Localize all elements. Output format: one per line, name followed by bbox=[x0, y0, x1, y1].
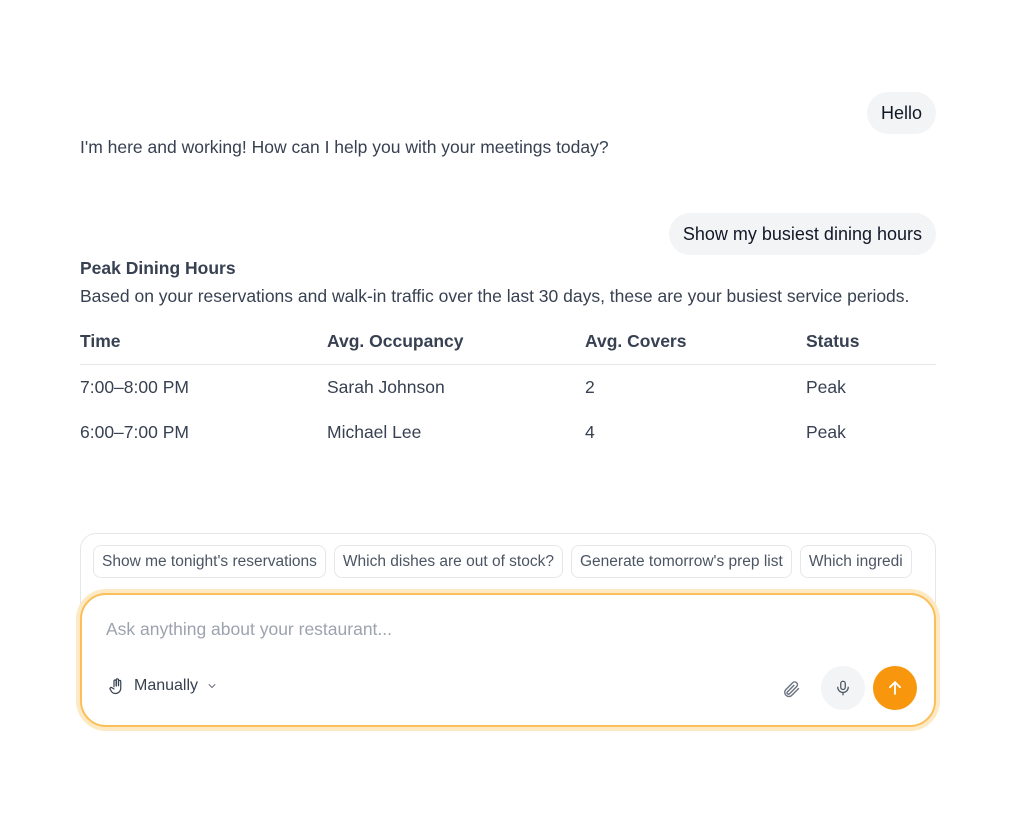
answer-title: Peak Dining Hours bbox=[80, 258, 236, 278]
cell-time: 7:00–8:00 PM bbox=[80, 377, 189, 397]
message-input[interactable] bbox=[106, 619, 906, 640]
hand-icon bbox=[109, 678, 122, 695]
cell-status: Peak bbox=[806, 422, 846, 442]
mode-selector[interactable]: Manually bbox=[108, 677, 218, 695]
column-header-status: Status bbox=[806, 331, 860, 351]
cell-covers: 2 bbox=[585, 377, 595, 397]
suggestion-chip[interactable]: Generate tomorrow's prep list bbox=[570, 545, 792, 578]
table-row: 7:00–8:00 PM Sarah Johnson 2 Peak bbox=[80, 365, 936, 410]
assistant-answer: Peak Dining Hours Based on your reservat… bbox=[80, 257, 936, 455]
cell-time: 6:00–7:00 PM bbox=[80, 422, 189, 442]
arrow-up-icon bbox=[889, 681, 901, 695]
table-header: Time Avg. Occupancy Avg. Covers Status bbox=[80, 331, 936, 365]
user-message-bubble: Show my busiest dining hours bbox=[668, 213, 936, 255]
cell-occupancy: Sarah Johnson bbox=[327, 377, 445, 397]
column-header-time: Time bbox=[80, 331, 121, 351]
cell-status: Peak bbox=[806, 377, 846, 397]
suggestion-chip[interactable]: Which dishes are out of stock? bbox=[333, 545, 563, 578]
column-header-covers: Avg. Covers bbox=[585, 331, 687, 351]
answer-description: Based on your reservations and walk-in t… bbox=[80, 286, 910, 306]
chat-thread: Hello I'm here and working! How can I he… bbox=[80, 92, 936, 612]
voice-input-button[interactable] bbox=[821, 666, 865, 710]
attach-button[interactable] bbox=[779, 677, 803, 701]
send-button[interactable] bbox=[873, 666, 917, 710]
assistant-message: I'm here and working! How can I help you… bbox=[80, 137, 609, 157]
suggestion-chip[interactable]: Which ingredi bbox=[799, 545, 912, 578]
mode-label: Manually bbox=[134, 677, 199, 694]
table-row: 6:00–7:00 PM Michael Lee 4 Peak bbox=[80, 410, 936, 455]
user-message-row: Show my busiest dining hours bbox=[668, 213, 936, 255]
cell-occupancy: Michael Lee bbox=[327, 422, 422, 442]
message-composer: Manually bbox=[80, 593, 936, 727]
paperclip-icon bbox=[784, 681, 800, 698]
column-header-occupancy: Avg. Occupancy bbox=[327, 331, 464, 351]
user-message-row: Hello bbox=[80, 92, 936, 134]
cell-covers: 4 bbox=[585, 422, 595, 442]
peak-hours-table: Time Avg. Occupancy Avg. Covers Status 7… bbox=[80, 331, 936, 455]
user-message-bubble: Hello bbox=[866, 92, 936, 134]
suggestion-chips: Show me tonight's reservations Which dis… bbox=[81, 534, 935, 589]
chevron-down-icon bbox=[208, 684, 216, 688]
suggestion-chip[interactable]: Show me tonight's reservations bbox=[93, 545, 326, 578]
microphone-icon bbox=[837, 680, 849, 696]
